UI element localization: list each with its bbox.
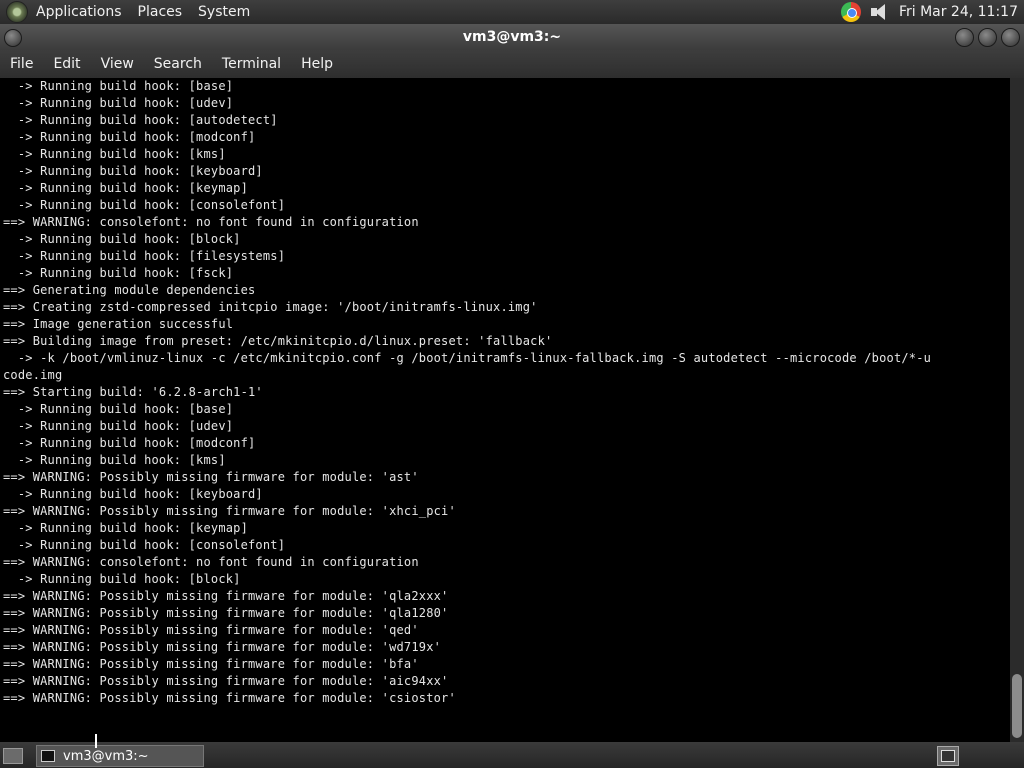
- terminal-line: ==> Building image from preset: /etc/mki…: [3, 334, 553, 348]
- terminal-line: -> Running build hook: [kms]: [3, 147, 226, 161]
- terminal-line: ==> Generating module dependencies: [3, 283, 256, 297]
- mouse-cursor-icon: [95, 734, 97, 748]
- terminal-line: ==> WARNING: Possibly missing firmware f…: [3, 606, 449, 620]
- terminal-line: code.img: [3, 368, 63, 382]
- terminal-line: -> Running build hook: [base]: [3, 79, 234, 93]
- terminal-line: ==> WARNING: Possibly missing firmware f…: [3, 589, 449, 603]
- applications-menu[interactable]: Applications: [28, 0, 130, 24]
- terminal-line: ==> WARNING: Possibly missing firmware f…: [3, 691, 456, 705]
- terminal-line: -> Running build hook: [keyboard]: [3, 487, 263, 501]
- terminal-line: ==> WARNING: Possibly missing firmware f…: [3, 657, 419, 671]
- terminal-line: ==> WARNING: Possibly missing firmware f…: [3, 640, 442, 654]
- terminal-line: ==> WARNING: Possibly missing firmware f…: [3, 623, 419, 637]
- terminal-line: ==> Image generation successful: [3, 317, 234, 331]
- maximize-button[interactable]: [978, 28, 997, 47]
- terminal-line: -> Running build hook: [filesystems]: [3, 249, 286, 263]
- volume-icon[interactable]: [869, 3, 891, 21]
- terminal-line: -> Running build hook: [keyboard]: [3, 164, 263, 178]
- terminal-line: -> Running build hook: [consolefont]: [3, 198, 286, 212]
- minimize-button[interactable]: [955, 28, 974, 47]
- terminal-scrollbar[interactable]: [1010, 78, 1024, 742]
- system-tray: Fri Mar 24, 11:17: [840, 0, 1024, 24]
- menu-terminal[interactable]: Terminal: [212, 50, 291, 78]
- terminal-line: -> -k /boot/vmlinuz-linux -c /etc/mkinit…: [3, 351, 932, 365]
- terminal-line: ==> WARNING: consolefont: no font found …: [3, 555, 419, 569]
- bottom-panel: vm3@vm3:~: [0, 742, 1024, 768]
- menu-help[interactable]: Help: [291, 50, 343, 78]
- window-title: vm3@vm3:~: [462, 29, 562, 45]
- window-titlebar[interactable]: vm3@vm3:~: [0, 24, 1024, 50]
- taskbar-item-label: vm3@vm3:~: [63, 748, 149, 764]
- terminal-line: -> Running build hook: [keymap]: [3, 521, 249, 535]
- system-menu[interactable]: System: [190, 0, 258, 24]
- terminal-line: -> Running build hook: [consolefont]: [3, 538, 286, 552]
- top-menu: Applications Places System: [28, 0, 258, 24]
- terminal-line: -> Running build hook: [block]: [3, 232, 241, 246]
- workspace-switcher-icon[interactable]: [937, 746, 959, 766]
- terminal-icon: [41, 750, 55, 762]
- show-desktop-icon[interactable]: [3, 748, 23, 764]
- window-controls: [955, 28, 1020, 47]
- terminal-line: -> Running build hook: [kms]: [3, 453, 226, 467]
- terminal-line: -> Running build hook: [base]: [3, 402, 234, 416]
- terminal-line: -> Running build hook: [modconf]: [3, 130, 256, 144]
- terminal-line: -> Running build hook: [udev]: [3, 96, 234, 110]
- terminal-line: ==> WARNING: Possibly missing firmware f…: [3, 470, 419, 484]
- terminal-line: ==> WARNING: Possibly missing firmware f…: [3, 674, 449, 688]
- terminal-area[interactable]: -> Running build hook: [base] -> Running…: [0, 78, 1010, 742]
- menubar: File Edit View Search Terminal Help: [0, 50, 1024, 78]
- taskbar-terminal-item[interactable]: vm3@vm3:~: [36, 745, 204, 767]
- terminal-line: -> Running build hook: [udev]: [3, 419, 234, 433]
- terminal-line: -> Running build hook: [fsck]: [3, 266, 234, 280]
- menu-file[interactable]: File: [0, 50, 43, 78]
- distro-logo-icon[interactable]: [6, 1, 28, 23]
- terminal-line: -> Running build hook: [block]: [3, 572, 241, 586]
- terminal-line: -> Running build hook: [autodetect]: [3, 113, 278, 127]
- terminal-output: -> Running build hook: [base] -> Running…: [0, 78, 1010, 707]
- terminal-line: -> Running build hook: [keymap]: [3, 181, 249, 195]
- clock[interactable]: Fri Mar 24, 11:17: [899, 4, 1024, 20]
- terminal-line: ==> Starting build: '6.2.8-arch1-1': [3, 385, 263, 399]
- menu-edit[interactable]: Edit: [43, 50, 90, 78]
- menu-view[interactable]: View: [91, 50, 144, 78]
- terminal-line: ==> WARNING: Possibly missing firmware f…: [3, 504, 456, 518]
- terminal-line: ==> Creating zstd-compressed initcpio im…: [3, 300, 538, 314]
- chrome-icon[interactable]: [840, 2, 861, 22]
- window-menu-icon[interactable]: [4, 29, 22, 47]
- close-button[interactable]: [1001, 28, 1020, 47]
- terminal-line: ==> WARNING: consolefont: no font found …: [3, 215, 419, 229]
- menu-search[interactable]: Search: [144, 50, 212, 78]
- places-menu[interactable]: Places: [130, 0, 191, 24]
- terminal-line: -> Running build hook: [modconf]: [3, 436, 256, 450]
- top-panel: Applications Places System Fri Mar 24, 1…: [0, 0, 1024, 24]
- scrollbar-thumb[interactable]: [1012, 674, 1022, 738]
